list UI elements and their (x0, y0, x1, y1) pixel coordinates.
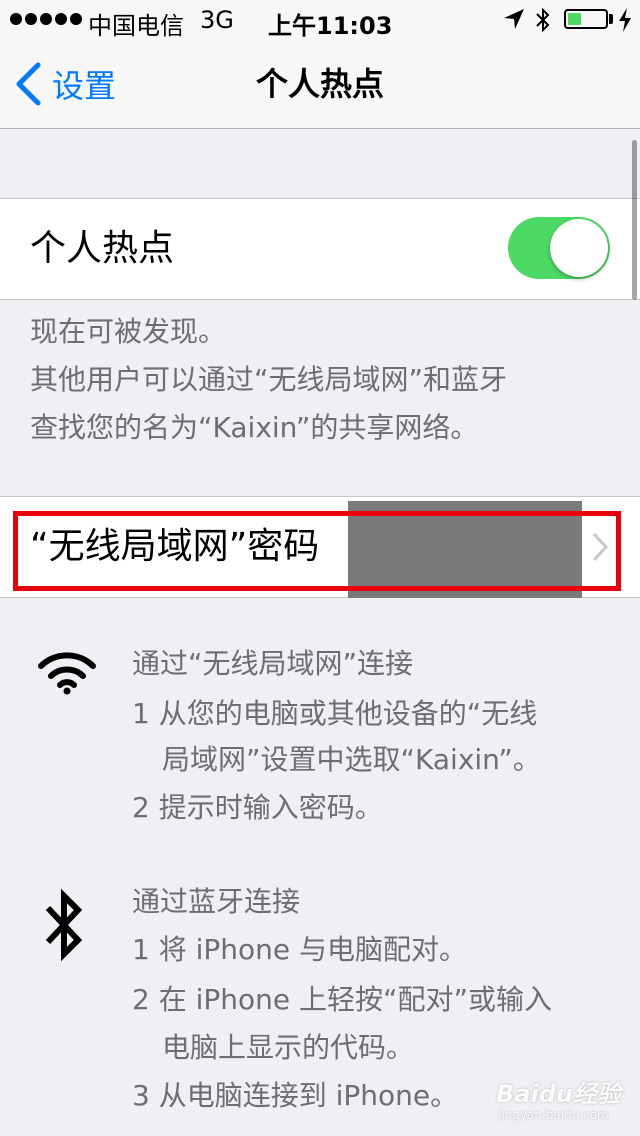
network-type: 3G (200, 6, 234, 34)
wifi-step1-line2: 局域网”设置中选取“Kaixin”。 (162, 743, 541, 776)
bluetooth-icon (536, 7, 550, 33)
toggle-knob (550, 219, 608, 277)
scrollbar[interactable] (632, 140, 637, 300)
chevron-right-icon (592, 532, 609, 562)
battery-tip (609, 14, 613, 24)
watermark-text: Baidu经验 (496, 1080, 621, 1108)
chevron-left-icon (16, 62, 41, 106)
discovery-description-line2: 查找您的名为“Kaixin”的共享网络。 (30, 411, 479, 444)
navigation-bar: 设置 个人热点 (0, 40, 640, 129)
bluetooth-step2-line2: 电脑上显示的代码。 (162, 1031, 415, 1064)
wifi-password-label: “无线局域网”密码 (30, 526, 320, 567)
watermark-url: jingyan.baidu.com (498, 1108, 609, 1122)
bluetooth-step3: 3 从电脑连接到 iPhone。 (132, 1079, 459, 1112)
wifi-connect-heading: 通过“无线局域网”连接 (132, 647, 414, 680)
bluetooth-connect-heading: 通过蓝牙连接 (132, 885, 301, 918)
back-button[interactable]: 设置 (14, 40, 116, 128)
battery-level-fill (568, 13, 581, 25)
status-bar: 中国电信 3G 上午11:03 (0, 0, 640, 40)
signal-dots-icon (10, 13, 82, 25)
discovery-status-text: 现在可被发现。 (30, 315, 227, 348)
charging-bolt-icon (619, 8, 631, 32)
discovery-description-line1: 其他用户可以通过“无线局域网”和蓝牙 (30, 363, 508, 396)
bluetooth-icon (45, 888, 83, 962)
baidu-jingyan-watermark: Baidu经验 jingyan.baidu.com (496, 1074, 626, 1130)
bluetooth-step2-line1: 2 在 iPhone 上轻按“配对”或输入 (132, 983, 553, 1016)
battery-icon (564, 9, 608, 29)
hotspot-toggle[interactable] (508, 217, 610, 279)
wifi-icon (38, 652, 96, 695)
carrier-name: 中国电信 (88, 12, 184, 40)
wifi-step1-line1: 1 从您的电脑或其他设备的“无线 (132, 697, 538, 730)
location-arrow-icon (504, 9, 524, 29)
redacted-password-box (348, 501, 582, 598)
wifi-step2: 2 提示时输入密码。 (132, 791, 383, 824)
back-button-label: 设置 (52, 67, 117, 105)
hotspot-cell: 个人热点 (0, 198, 640, 300)
hotspot-label: 个人热点 (30, 228, 175, 269)
bluetooth-step1: 1 将 iPhone 与电脑配对。 (132, 933, 468, 966)
status-time: 上午11:03 (268, 12, 393, 40)
